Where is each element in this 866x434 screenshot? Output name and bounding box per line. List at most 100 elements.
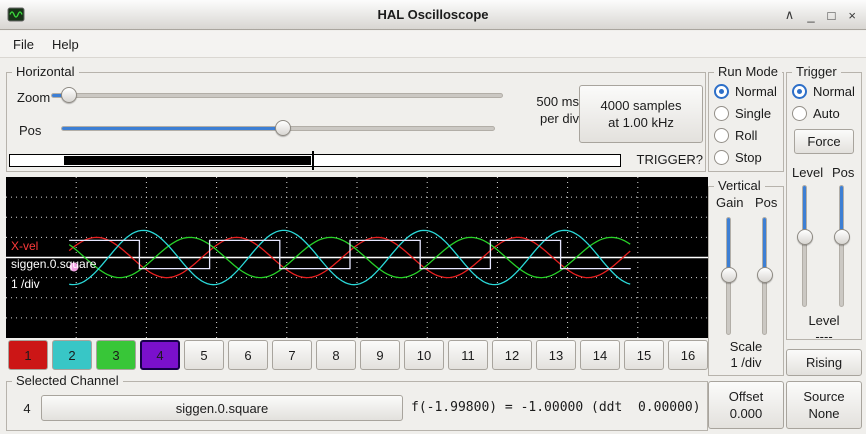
- vertical-scale-caption: Scale: [709, 339, 783, 354]
- vertical-gain-slider[interactable]: [720, 217, 738, 335]
- trigger-pos-label: Pos: [832, 165, 854, 180]
- trigger-status: TRIGGER?: [623, 152, 703, 167]
- trigger-source-value: None: [808, 405, 839, 422]
- record-view-bar: [9, 154, 621, 167]
- channel-button-3[interactable]: 3: [96, 340, 136, 370]
- radio-icon: [792, 106, 807, 121]
- scope-display: X-vel siggen.0.square 1 /div: [6, 177, 708, 338]
- record-position-marker: [312, 151, 314, 170]
- trigger-mode-options: Normal Auto: [792, 80, 855, 124]
- channel-button-11[interactable]: 11: [448, 340, 488, 370]
- samples-button[interactable]: 4000 samples at 1.00 kHz: [579, 85, 703, 143]
- channel-button-14[interactable]: 14: [580, 340, 620, 370]
- trigger-mode-auto[interactable]: Auto: [792, 102, 855, 124]
- record-captured-bar: [64, 156, 311, 165]
- vertical-offset-caption: Offset: [729, 388, 763, 405]
- channel-button-12[interactable]: 12: [492, 340, 532, 370]
- trigger-pos-trough: [839, 185, 844, 307]
- radio-icon: [792, 84, 807, 99]
- vertical-offset-button[interactable]: Offset 0.000: [708, 381, 784, 429]
- zoom-label: Zoom: [17, 90, 50, 105]
- channel-button-5[interactable]: 5: [184, 340, 224, 370]
- radio-label: Normal: [813, 84, 855, 99]
- vertical-pos-handle[interactable]: [757, 267, 773, 283]
- run-mode-stop[interactable]: Stop: [714, 146, 777, 168]
- radio-label: Roll: [735, 128, 757, 143]
- run-mode-single[interactable]: Single: [714, 102, 777, 124]
- channel-readout: f(-1.99800) = -1.00000 (ddt 0.00000): [411, 400, 701, 415]
- scope-waveform-svg: [6, 177, 708, 338]
- channel-button-13[interactable]: 13: [536, 340, 576, 370]
- time-per-div-unit: per div: [503, 110, 579, 127]
- app-icon: [7, 6, 25, 24]
- channel-buttons: 12345678910111213141516: [8, 340, 708, 370]
- pos-label: Pos: [19, 123, 41, 138]
- vertical-pos-label: Pos: [755, 195, 777, 210]
- radio-label: Single: [735, 106, 771, 121]
- zoom-slider-trough: [51, 93, 503, 98]
- run-mode-title: Run Mode: [714, 64, 782, 79]
- channel-button-6[interactable]: 6: [228, 340, 268, 370]
- trigger-pos-slider[interactable]: [833, 185, 851, 307]
- minimize-window-icon[interactable]: _: [807, 8, 814, 23]
- menubar: File Help: [0, 31, 866, 58]
- maximize-window-icon[interactable]: □: [828, 8, 836, 23]
- samples-rate: at 1.00 kHz: [608, 114, 674, 131]
- radio-label: Stop: [735, 150, 762, 165]
- trigger-title: Trigger: [792, 64, 841, 79]
- zoom-slider[interactable]: [51, 86, 503, 104]
- channel-button-7[interactable]: 7: [272, 340, 312, 370]
- trigger-level-label: Level: [792, 165, 823, 180]
- vertical-gain-handle[interactable]: [721, 267, 737, 283]
- menu-file[interactable]: File: [4, 33, 43, 56]
- radio-icon: [714, 106, 729, 121]
- trigger-level-slider[interactable]: [796, 185, 814, 307]
- menu-help[interactable]: Help: [43, 33, 88, 56]
- vertical-title: Vertical: [714, 178, 765, 193]
- shade-window-icon[interactable]: ∧: [785, 7, 795, 23]
- run-mode-roll[interactable]: Roll: [714, 124, 777, 146]
- samples-count: 4000 samples: [601, 97, 682, 114]
- window-controls: ∧ _ □ ×: [785, 0, 856, 30]
- channel-button-9[interactable]: 9: [360, 340, 400, 370]
- channel-button-15[interactable]: 15: [624, 340, 664, 370]
- trigger-level-value: ----: [787, 329, 861, 344]
- channel-button-10[interactable]: 10: [404, 340, 444, 370]
- window-title: HAL Oscilloscope: [0, 7, 866, 22]
- radio-icon: [714, 128, 729, 143]
- scope-channel-1-label: X-vel: [11, 239, 38, 253]
- vertical-pos-slider[interactable]: [756, 217, 774, 335]
- channel-source-button[interactable]: siggen.0.square: [41, 395, 403, 421]
- trigger-level-caption: Level: [787, 313, 861, 328]
- close-window-icon[interactable]: ×: [848, 8, 856, 23]
- scope-channel-4-label: siggen.0.square: [11, 257, 96, 271]
- position-slider-handle[interactable]: [275, 120, 291, 136]
- trigger-source-caption: Source: [803, 388, 844, 405]
- horizontal-panel-title: Horizontal: [12, 64, 79, 79]
- trigger-pos-handle[interactable]: [834, 229, 850, 245]
- channel-button-4[interactable]: 4: [140, 340, 180, 370]
- titlebar: HAL Oscilloscope ∧ _ □ ×: [0, 0, 866, 30]
- trigger-level-handle[interactable]: [797, 229, 813, 245]
- trigger-edge-button[interactable]: Rising: [786, 349, 862, 376]
- channel-button-8[interactable]: 8: [316, 340, 356, 370]
- selected-channel-number: 4: [13, 395, 41, 421]
- run-mode-normal[interactable]: Normal: [714, 80, 777, 102]
- selected-channel-panel: Selected Channel 4 siggen.0.square f(-1.…: [6, 381, 708, 431]
- trigger-panel: Trigger NormalAuto Force Level Pos Level…: [786, 72, 862, 340]
- scope-scale-label: 1 /div: [11, 277, 40, 291]
- vertical-gain-label: Gain: [716, 195, 743, 210]
- trigger-level-trough: [802, 185, 807, 307]
- force-button-label: Force: [807, 133, 840, 150]
- radio-label: Auto: [813, 106, 840, 121]
- channel-button-2[interactable]: 2: [52, 340, 92, 370]
- trigger-mode-normal[interactable]: Normal: [792, 80, 855, 102]
- channel-button-1[interactable]: 1: [8, 340, 48, 370]
- radio-icon: [714, 150, 729, 165]
- position-slider[interactable]: [61, 119, 495, 137]
- channel-button-16[interactable]: 16: [668, 340, 708, 370]
- force-button[interactable]: Force: [794, 129, 854, 154]
- trigger-source-button[interactable]: Source None: [786, 381, 862, 429]
- selected-channel-title: Selected Channel: [12, 373, 123, 388]
- zoom-slider-handle[interactable]: [61, 87, 77, 103]
